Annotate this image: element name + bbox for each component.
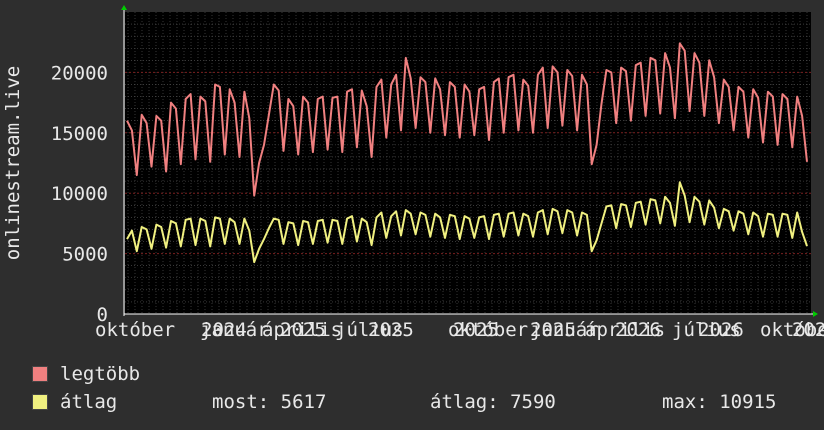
x-tick-label: október	[95, 319, 175, 341]
x-tick-label: 2025	[368, 319, 414, 341]
y-tick-label: 10000	[51, 183, 108, 205]
x-tick-label: 2026	[792, 319, 824, 341]
x-tick-label: 2025	[530, 319, 576, 341]
legend-swatch-max	[32, 366, 48, 382]
x-axis-arrow	[813, 311, 818, 317]
x-tick-label: 2026	[698, 319, 744, 341]
y-tick-label: 15000	[51, 123, 108, 145]
x-tick-label: 2025	[453, 319, 499, 341]
stat-maximum: max: 10915	[662, 391, 777, 413]
legend-swatch-avg	[32, 394, 48, 410]
y-axis-label: onlinestream.live	[2, 66, 24, 260]
y-axis-arrow	[121, 5, 127, 10]
stat-current: most: 5617	[212, 391, 327, 413]
x-tick-label: 2026	[615, 319, 661, 341]
y-tick-labels: 05000100001500020000	[51, 62, 108, 326]
legend-label-max: legtöbb	[60, 363, 141, 385]
legend-row-avg: átlag most: 5617 átlag: 7590 max: 10915	[32, 391, 812, 413]
x-tick-label: 2024	[201, 319, 247, 341]
stat-average: átlag: 7590	[430, 391, 556, 413]
plot-area	[125, 12, 811, 314]
y-tick-label: 20000	[51, 62, 108, 84]
y-tick-label: 5000	[62, 244, 108, 266]
legend-label-avg: átlag	[60, 391, 118, 413]
x-tick-label: 2025	[280, 319, 326, 341]
x-tick-labels: október január2024 április2025 július2025 ok…	[95, 319, 824, 341]
legend-row-max: legtöbb	[32, 363, 200, 385]
